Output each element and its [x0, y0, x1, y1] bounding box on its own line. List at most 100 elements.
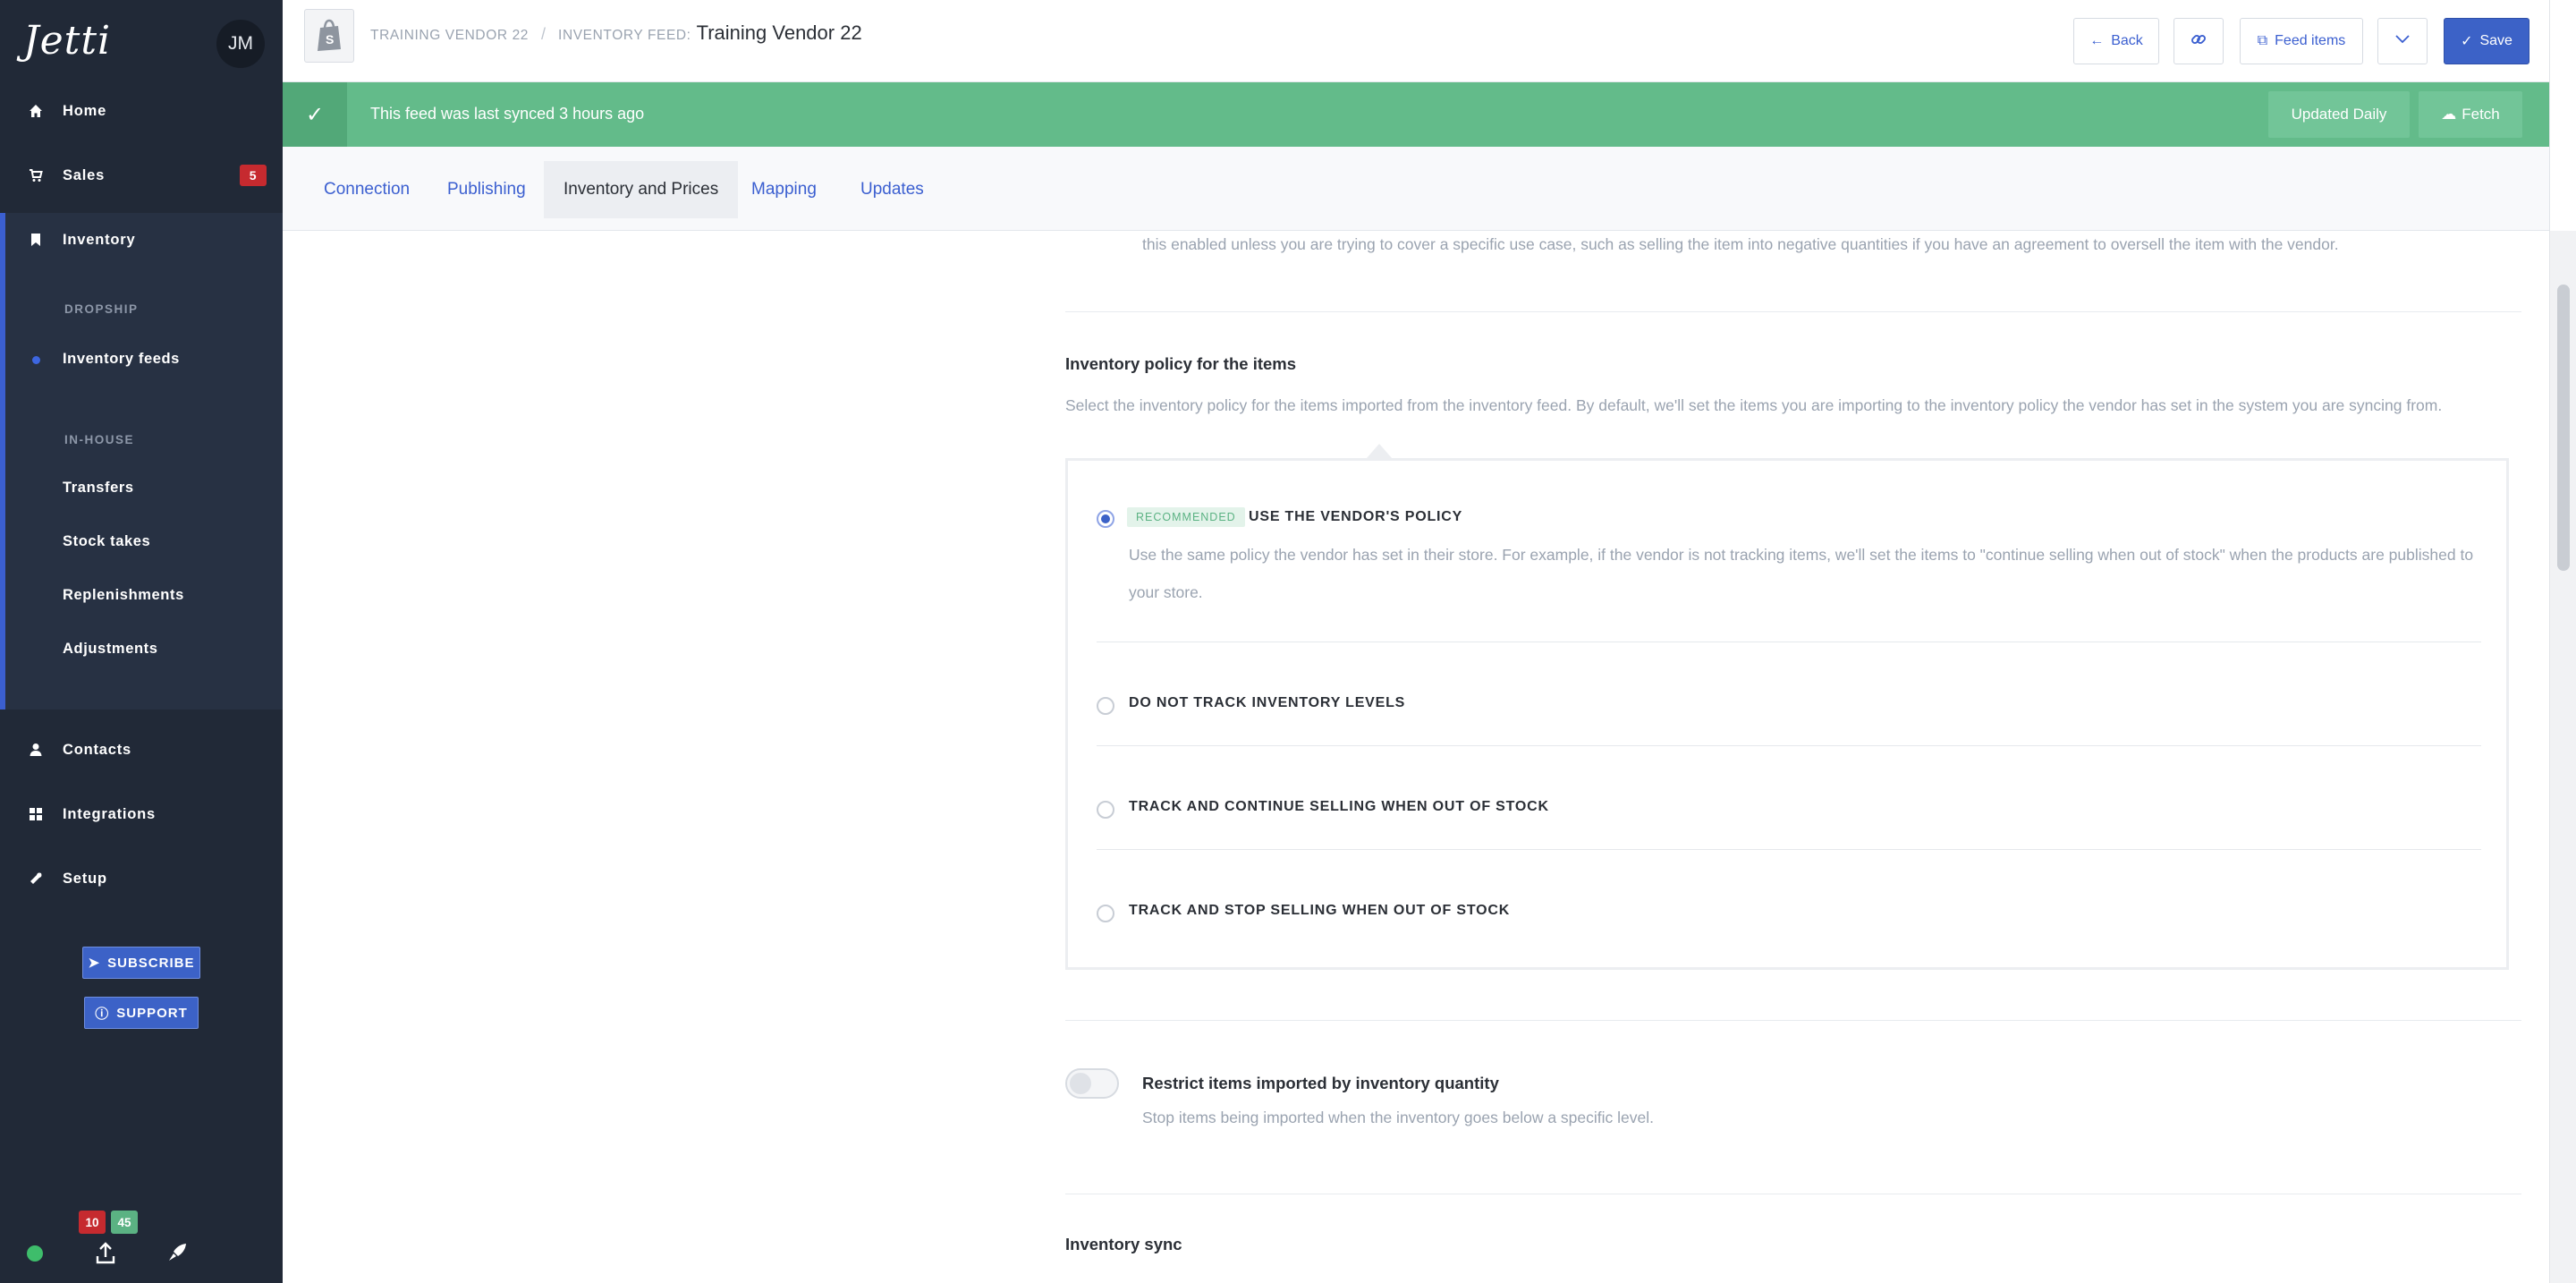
link-button[interactable]: [2174, 18, 2224, 64]
toggle-knob: [1070, 1073, 1091, 1094]
rocket-icon[interactable]: [166, 1242, 188, 1268]
upload-icon[interactable]: [95, 1242, 116, 1270]
send-icon: ➤: [88, 956, 101, 971]
main-content: this enabled unless you are trying to co…: [283, 231, 2549, 1283]
feed-items-button[interactable]: ⧉ Feed items: [2240, 18, 2363, 64]
subscribe-button[interactable]: ➤ SUBSCRIBE: [82, 947, 200, 979]
person-icon: [27, 743, 45, 757]
external-link-icon: ⧉: [2257, 33, 2268, 48]
inventory-policy-options: RECOMMENDED USE THE VENDOR'S POLICY Use …: [1065, 458, 2509, 970]
sidebar-item-contacts[interactable]: Contacts: [0, 725, 283, 775]
sidebar-item-label: Home: [63, 102, 107, 119]
option-description-vendor-policy: Use the same policy the vendor has set i…: [1129, 546, 2474, 601]
notification-badge-green[interactable]: 45: [111, 1211, 138, 1234]
section-divider: [1065, 1020, 2521, 1021]
tab-publishing[interactable]: Publishing: [428, 161, 546, 218]
cloud-download-icon: ☁: [2441, 106, 2457, 123]
inventory-section: [0, 213, 283, 709]
sidebar-item-transfers[interactable]: Transfers: [63, 480, 134, 497]
radio-do-not-track[interactable]: [1097, 697, 1114, 715]
option-label-do-not-track[interactable]: DO NOT TRACK INVENTORY LEVELS: [1129, 695, 1405, 711]
inhouse-section-label: IN-HOUSE: [64, 433, 135, 446]
option-label-vendor-policy[interactable]: USE THE VENDOR'S POLICY: [1249, 509, 1462, 525]
inventory-sync-heading: Inventory sync: [1065, 1235, 1182, 1253]
chevron-down-icon: [2394, 33, 2411, 49]
support-label: SUPPORT: [116, 1005, 188, 1021]
sidebar: Jetti JM Home Sales 5 Inventory DROPSHIP…: [0, 0, 283, 1283]
active-indicator-dot: [32, 356, 40, 364]
link-icon: [2190, 31, 2207, 52]
tab-mapping[interactable]: Mapping: [732, 161, 836, 218]
restrict-quantity-toggle[interactable]: [1065, 1068, 1119, 1099]
breadcrumb: TRAINING VENDOR 22 / INVENTORY FEED: Tra…: [370, 21, 862, 45]
option-label-track-continue-selling[interactable]: TRACK AND CONTINUE SELLING WHEN OUT OF S…: [1129, 799, 1549, 815]
sidebar-item-setup[interactable]: Setup: [0, 854, 283, 904]
breadcrumb-vendor-link[interactable]: TRAINING VENDOR 22: [370, 28, 529, 44]
cart-icon: [27, 168, 45, 183]
header-scroll-gutter: [2549, 0, 2576, 231]
intro-description: this enabled unless you are trying to co…: [1142, 235, 2339, 253]
sidebar-item-stock-takes[interactable]: Stock takes: [63, 533, 150, 550]
sidebar-item-label: Inventory: [63, 231, 136, 248]
restrict-quantity-heading: Restrict items imported by inventory qua…: [1142, 1074, 1499, 1092]
wrench-icon: [27, 871, 45, 886]
breadcrumb-separator: /: [541, 25, 547, 43]
feed-items-label: Feed items: [2275, 33, 2346, 48]
sidebar-item-label: Contacts: [63, 741, 131, 758]
support-button[interactable]: ⓘ SUPPORT: [84, 997, 199, 1029]
radio-vendor-policy[interactable]: [1097, 510, 1114, 528]
sync-status-banner: ✓ This feed was last synced 3 hours ago …: [283, 82, 2549, 147]
tab-connection[interactable]: Connection: [304, 161, 429, 218]
sidebar-item-label: Integrations: [63, 805, 157, 822]
sidebar-item-adjustments[interactable]: Adjustments: [63, 641, 158, 658]
save-button[interactable]: ✓ Save: [2444, 18, 2529, 64]
fetch-label: Fetch: [2462, 106, 2500, 123]
updated-daily-button[interactable]: Updated Daily: [2268, 91, 2410, 138]
page-title: Training Vendor 22: [696, 21, 862, 44]
breadcrumb-feed-label: INVENTORY FEED:: [558, 28, 691, 43]
sidebar-item-label: Sales: [63, 166, 106, 183]
save-label: Save: [2479, 33, 2512, 48]
radio-track-stop-selling[interactable]: [1097, 905, 1114, 922]
radio-track-continue-selling[interactable]: [1097, 801, 1114, 819]
sidebar-item-label: Setup: [63, 870, 107, 887]
dropship-section-label: DROPSHIP: [64, 302, 139, 316]
avatar[interactable]: JM: [216, 20, 265, 68]
bookmark-icon: [27, 233, 45, 247]
sidebar-item-inventory-feeds[interactable]: Inventory feeds: [63, 351, 180, 368]
help-icon: ⓘ: [95, 1006, 110, 1022]
sidebar-item-integrations[interactable]: Integrations: [0, 789, 283, 839]
inventory-policy-heading: Inventory policy for the items: [1065, 354, 1297, 373]
tab-updates[interactable]: Updates: [841, 161, 944, 218]
back-button[interactable]: ← Back: [2073, 18, 2159, 64]
back-label: Back: [2111, 33, 2143, 48]
status-dot-icon: [27, 1245, 43, 1262]
pointer-arrow: [1367, 444, 1392, 458]
sidebar-item-replenishments[interactable]: Replenishments: [63, 587, 184, 604]
fetch-button[interactable]: ☁ Fetch: [2419, 91, 2522, 138]
shopify-logo-icon: S: [304, 9, 354, 63]
notification-badge-red[interactable]: 10: [79, 1211, 106, 1234]
subscribe-label: SUBSCRIBE: [107, 955, 195, 971]
more-dropdown-button[interactable]: [2377, 18, 2428, 64]
sidebar-item-inventory[interactable]: Inventory: [0, 215, 283, 265]
check-icon: ✓: [2461, 34, 2473, 49]
inventory-policy-description: Select the inventory policy for the item…: [1065, 396, 2443, 414]
sync-message: This feed was last synced 3 hours ago: [370, 105, 645, 123]
option-label-track-stop-selling[interactable]: TRACK AND STOP SELLING WHEN OUT OF STOCK: [1129, 903, 1510, 919]
sidebar-item-home[interactable]: Home: [0, 86, 283, 136]
sales-count-badge: 5: [240, 165, 267, 186]
app-logo[interactable]: Jetti: [23, 18, 111, 64]
restrict-quantity-description: Stop items being imported when the inven…: [1142, 1109, 1654, 1126]
section-divider: [1065, 311, 2521, 312]
page-header: S TRAINING VENDOR 22 / INVENTORY FEED: T…: [283, 0, 2549, 82]
scrollbar-thumb[interactable]: [2557, 285, 2570, 571]
tab-inventory-and-prices[interactable]: Inventory and Prices: [544, 161, 739, 218]
tab-bar: Connection Publishing Inventory and Pric…: [283, 147, 2549, 231]
content-scrollbar[interactable]: [2549, 231, 2576, 1283]
option-divider: [1097, 745, 2481, 746]
sidebar-item-sales[interactable]: Sales 5: [0, 150, 283, 200]
home-icon: [27, 104, 45, 118]
svg-text:S: S: [326, 32, 334, 47]
arrow-left-icon: ←: [2089, 33, 2105, 48]
